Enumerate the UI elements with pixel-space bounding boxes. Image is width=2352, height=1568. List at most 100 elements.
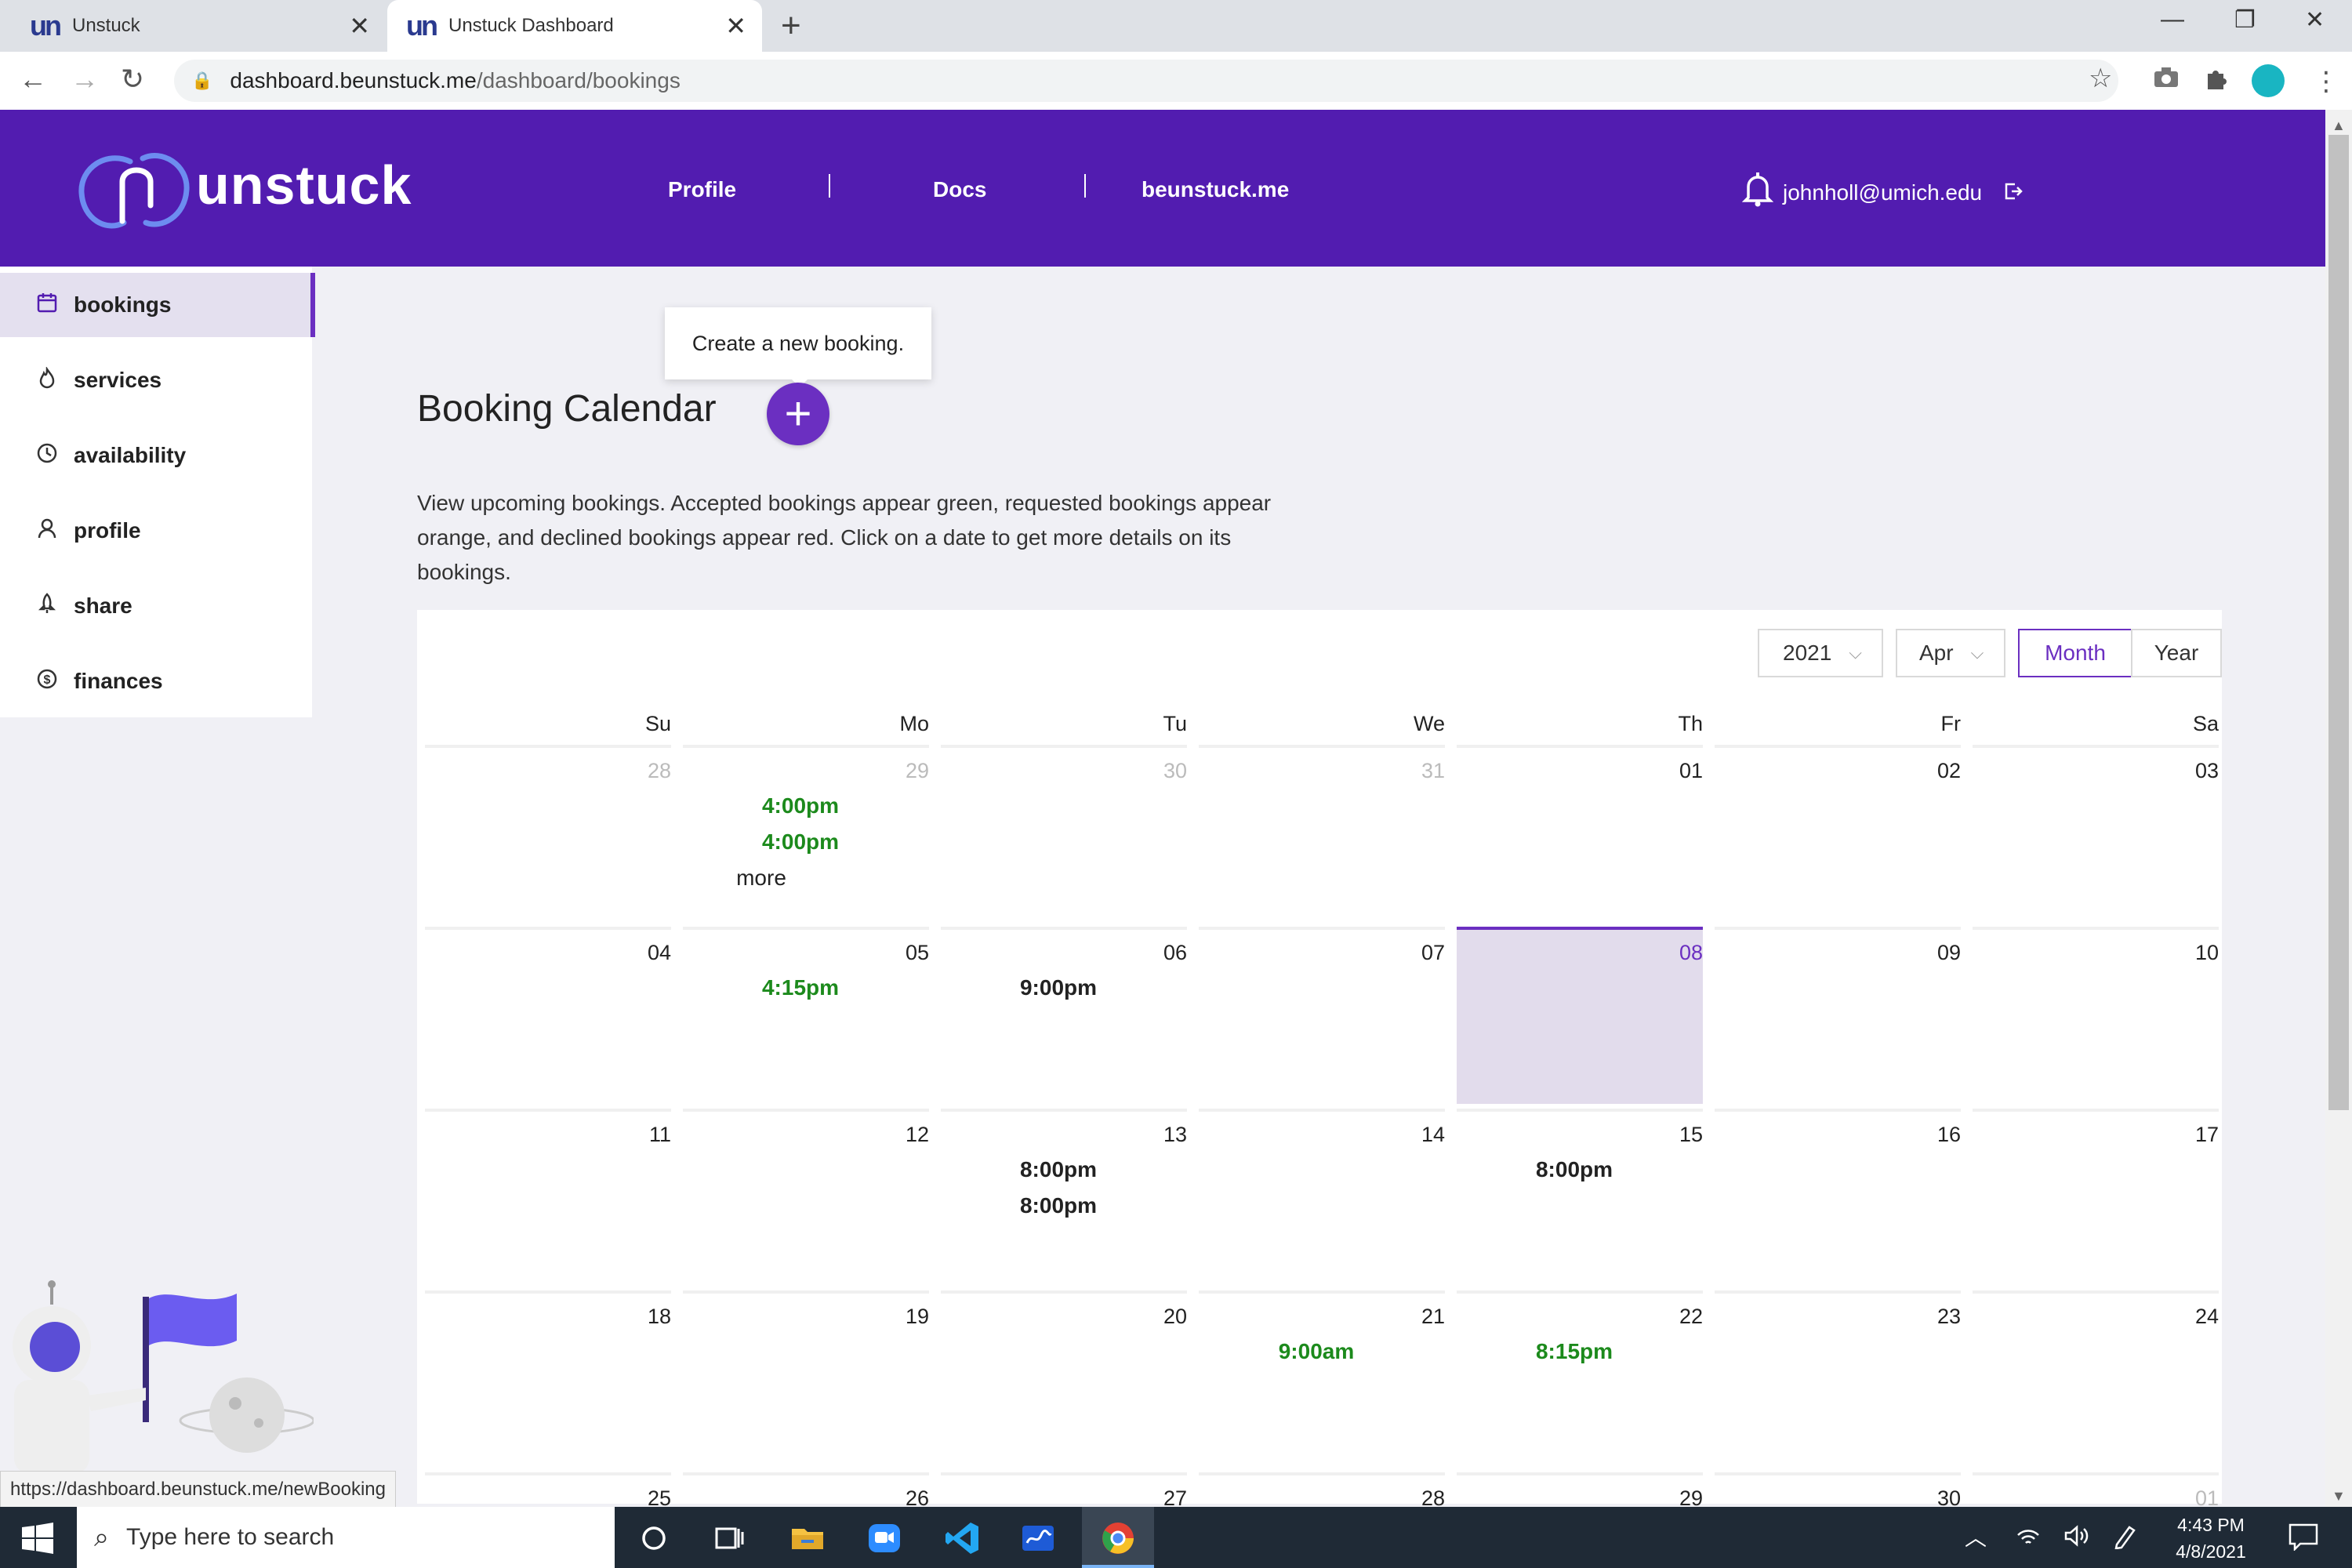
- calendar-day-cell[interactable]: 22 8:15pm: [1457, 1290, 1703, 1468]
- calendar-day-cell[interactable]: 11: [425, 1109, 671, 1286]
- calendar-day-cell[interactable]: 25: [425, 1472, 671, 1507]
- file-explorer-icon[interactable]: [787, 1518, 828, 1559]
- calendar-day-cell[interactable]: 29 4:00pm 4:00pm more: [683, 745, 929, 922]
- browser-tab-active[interactable]: un Unstuck Dashboard ✕: [387, 0, 762, 52]
- logout-icon[interactable]: [2004, 182, 2023, 206]
- year-select[interactable]: 2021 ⌵: [1758, 629, 1883, 677]
- calendar-day-cell[interactable]: 14: [1199, 1109, 1445, 1286]
- sidebar-item-profile[interactable]: profile: [0, 499, 312, 563]
- sidebar-item-services[interactable]: services: [0, 348, 312, 412]
- url-input[interactable]: 🔒 dashboard.beunstuck.me/dashboard/booki…: [174, 60, 2118, 102]
- vscode-icon[interactable]: [942, 1518, 983, 1559]
- whiteboard-icon[interactable]: [1018, 1518, 1058, 1559]
- sidebar-item-share[interactable]: share: [0, 574, 312, 638]
- sidebar-item-finances[interactable]: $ finances: [0, 649, 312, 713]
- nav-docs[interactable]: Docs: [933, 177, 986, 202]
- close-tab-icon[interactable]: ✕: [725, 11, 746, 41]
- app-logo-text[interactable]: unstuck: [196, 154, 412, 216]
- calendar-day-cell[interactable]: 26: [683, 1472, 929, 1507]
- chrome-icon[interactable]: [1098, 1518, 1138, 1559]
- booking-event[interactable]: 8:00pm: [1472, 1157, 1676, 1182]
- calendar-day-cell[interactable]: 02: [1715, 745, 1961, 922]
- calendar-day-cell[interactable]: 15 8:00pm: [1457, 1109, 1703, 1286]
- notification-icon[interactable]: [2288, 1523, 2319, 1555]
- reload-icon[interactable]: ↻: [121, 63, 144, 96]
- tray-chevron-up-icon[interactable]: ︿: [1965, 1521, 1987, 1552]
- calendar-day-cell[interactable]: 20: [941, 1290, 1187, 1468]
- calendar-day-cell[interactable]: 19: [683, 1290, 929, 1468]
- calendar-day-cell[interactable]: 24: [1973, 1290, 2219, 1468]
- calendar-day-cell[interactable]: 23: [1715, 1290, 1961, 1468]
- minimize-icon[interactable]: —: [2161, 6, 2184, 33]
- close-window-icon[interactable]: ✕: [2305, 6, 2325, 34]
- month-view-button[interactable]: Month: [2018, 629, 2132, 677]
- calendar-day-cell[interactable]: 27: [941, 1472, 1187, 1507]
- calendar-day-cell[interactable]: 16: [1715, 1109, 1961, 1286]
- calendar-day-cell[interactable]: 29: [1457, 1472, 1703, 1507]
- windows-start-icon[interactable]: [22, 1523, 53, 1558]
- calendar-day-cell[interactable]: 18: [425, 1290, 671, 1468]
- bookmark-star-icon[interactable]: ☆: [2089, 63, 2112, 94]
- new-tab-icon[interactable]: +: [781, 6, 801, 45]
- unstuck-logo-icon[interactable]: [75, 151, 193, 236]
- calendar-day-cell[interactable]: 05 4:15pm: [683, 927, 929, 1104]
- scroll-down-icon[interactable]: ▼: [2332, 1488, 2346, 1504]
- calendar-day-cell[interactable]: 09: [1715, 927, 1961, 1104]
- nav-beunstuck[interactable]: beunstuck.me: [1142, 177, 1289, 202]
- browser-tab[interactable]: un Unstuck ✕: [0, 0, 386, 52]
- task-view-icon[interactable]: [709, 1518, 750, 1559]
- calendar-day-cell[interactable]: 04: [425, 927, 671, 1104]
- cortana-icon[interactable]: [633, 1518, 674, 1559]
- clock-time: 4:43 PM: [2177, 1515, 2245, 1535]
- pen-workspace-icon[interactable]: [2112, 1523, 2139, 1553]
- calendar-day-cell[interactable]: 01: [1973, 1472, 2219, 1507]
- nav-profile[interactable]: Profile: [668, 177, 736, 202]
- calendar-day-cell[interactable]: 17: [1973, 1109, 2219, 1286]
- month-select[interactable]: Apr ⌵: [1896, 629, 2005, 677]
- taskbar-clock[interactable]: 4:43 PM 4/8/2021: [2164, 1512, 2258, 1565]
- bell-icon[interactable]: [1741, 169, 1774, 212]
- booking-event[interactable]: 9:00pm: [956, 975, 1160, 1000]
- calendar-day-cell[interactable]: 30: [941, 745, 1187, 922]
- more-bookings-link[interactable]: more: [683, 866, 840, 891]
- booking-event[interactable]: 4:00pm: [699, 793, 902, 818]
- network-icon[interactable]: [2015, 1524, 2042, 1552]
- calendar-day-cell[interactable]: 21 9:00am: [1199, 1290, 1445, 1468]
- taskbar-search-input[interactable]: ⌕ Type here to search: [77, 1507, 615, 1568]
- forward-icon[interactable]: →: [71, 63, 99, 96]
- booking-event[interactable]: 8:15pm: [1472, 1339, 1676, 1364]
- booking-event[interactable]: 8:00pm: [956, 1157, 1160, 1182]
- calendar-day-cell[interactable]: 12: [683, 1109, 929, 1286]
- booking-event[interactable]: 4:15pm: [699, 975, 902, 1000]
- extensions-icon[interactable]: [2203, 66, 2228, 98]
- calendar-day-cell-today[interactable]: 08: [1457, 927, 1703, 1104]
- booking-event[interactable]: 9:00am: [1214, 1339, 1418, 1364]
- calendar-day-cell[interactable]: 13 8:00pm 8:00pm: [941, 1109, 1187, 1286]
- calendar-day-cell[interactable]: 03: [1973, 745, 2219, 922]
- restore-icon[interactable]: ❐: [2234, 6, 2256, 34]
- scroll-up-icon[interactable]: ▲: [2332, 118, 2346, 134]
- nav-divider: [1084, 174, 1086, 198]
- sidebar-item-availability[interactable]: availability: [0, 423, 312, 488]
- profile-avatar[interactable]: [2252, 64, 2285, 97]
- booking-event[interactable]: 8:00pm: [956, 1193, 1160, 1218]
- sidebar-item-bookings[interactable]: bookings: [0, 273, 315, 337]
- camera-icon[interactable]: [2153, 66, 2180, 96]
- volume-icon[interactable]: [2063, 1524, 2090, 1552]
- calendar-day-cell[interactable]: 28: [1199, 1472, 1445, 1507]
- back-icon[interactable]: ←: [19, 63, 47, 96]
- add-booking-button[interactable]: +: [767, 383, 829, 445]
- menu-kebab-icon[interactable]: ⋮: [2313, 66, 2339, 97]
- calendar-day-cell[interactable]: 01: [1457, 745, 1703, 922]
- scrollbar-thumb[interactable]: [2328, 135, 2349, 1110]
- calendar-day-cell[interactable]: 31: [1199, 745, 1445, 922]
- calendar-day-cell[interactable]: 07: [1199, 927, 1445, 1104]
- year-view-button[interactable]: Year: [2131, 629, 2222, 677]
- calendar-day-cell[interactable]: 10: [1973, 927, 2219, 1104]
- zoom-icon[interactable]: [864, 1518, 905, 1559]
- calendar-day-cell[interactable]: 30: [1715, 1472, 1961, 1507]
- calendar-day-cell[interactable]: 06 9:00pm: [941, 927, 1187, 1104]
- booking-event[interactable]: 4:00pm: [699, 829, 902, 855]
- calendar-day-cell[interactable]: 28: [425, 745, 671, 922]
- close-tab-icon[interactable]: ✕: [349, 11, 370, 41]
